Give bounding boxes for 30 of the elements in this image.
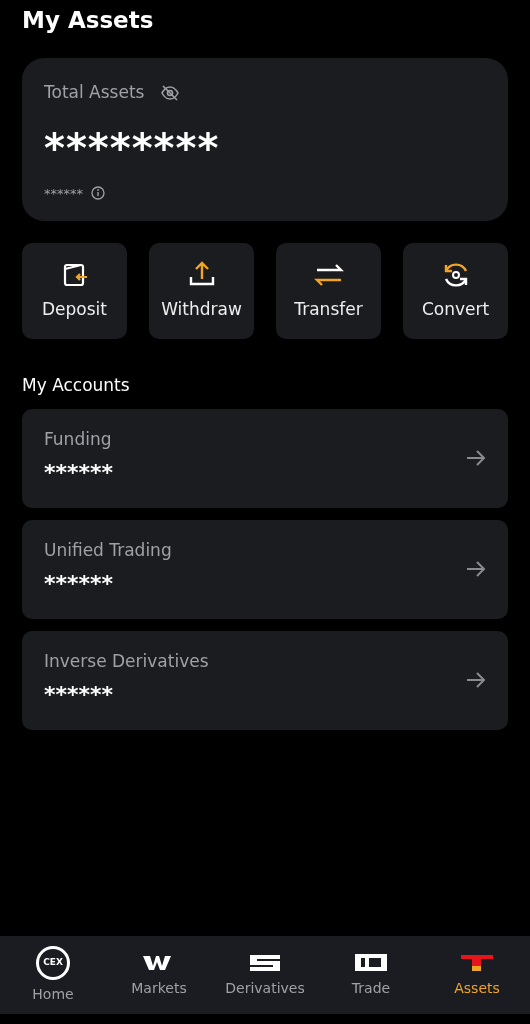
- account-name: Unified Trading: [44, 538, 172, 562]
- home-logo-icon: CEX: [36, 945, 70, 980]
- arrow-right-icon: [466, 671, 486, 689]
- convert-button[interactable]: Convert: [403, 243, 508, 339]
- account-name: Inverse Derivatives: [44, 649, 209, 673]
- total-assets-value: ********: [44, 127, 221, 168]
- account-card[interactable]: Unified Trading ******: [22, 519, 508, 619]
- nav-tab[interactable]: Derivatives: [212, 936, 318, 1014]
- info-icon[interactable]: [91, 186, 105, 201]
- page-title: My Assets: [22, 6, 155, 35]
- deposit-button[interactable]: Deposit: [22, 243, 127, 339]
- withdraw-button[interactable]: Withdraw: [149, 243, 254, 339]
- arrow-right-icon: [466, 560, 486, 578]
- section-heading: My Accounts: [22, 374, 131, 397]
- eye-slash-icon[interactable]: [160, 82, 181, 103]
- account-card[interactable]: Funding ******: [22, 408, 508, 508]
- nav-tab[interactable]: Assets: [424, 936, 530, 1014]
- account-card[interactable]: Inverse Derivatives ******: [22, 630, 508, 730]
- total-assets-label: Total Assets: [44, 81, 145, 104]
- arrow-right-icon: [466, 449, 486, 467]
- account-name: Funding: [44, 427, 113, 451]
- nav-tab[interactable]: Markets: [106, 936, 212, 1014]
- account-balance: ******: [44, 459, 114, 488]
- transfer-button[interactable]: Transfer: [276, 243, 381, 339]
- trade-logo-icon: [353, 951, 389, 974]
- nav-tab[interactable]: Trade: [318, 936, 424, 1014]
- secondary-value: ******: [44, 184, 83, 203]
- account-balance: ******: [44, 570, 115, 599]
- nav-tab[interactable]: CEX Home: [0, 936, 106, 1014]
- account-balance: ******: [44, 681, 115, 710]
